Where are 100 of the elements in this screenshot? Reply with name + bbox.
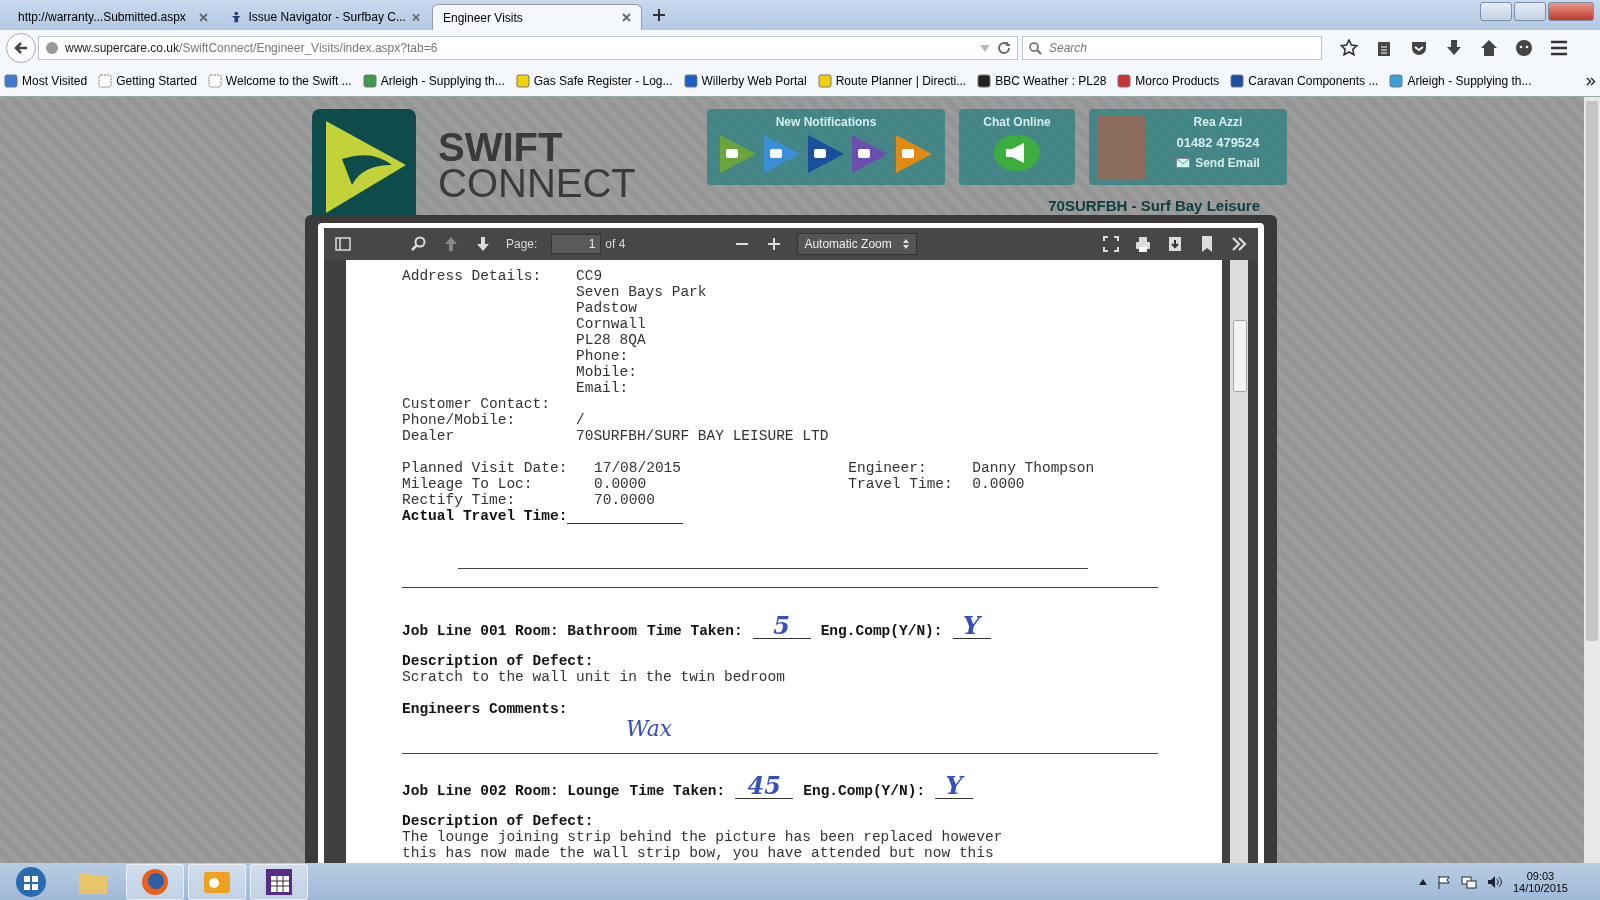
zoom-select[interactable]: Automatic Zoom	[797, 233, 918, 255]
browser-tab[interactable]: Issue Navigator - Surfbay C...	[220, 4, 430, 30]
taskbar-app[interactable]	[126, 864, 184, 900]
menu-icon[interactable]	[1550, 39, 1568, 57]
field-value: 0.0000	[594, 476, 647, 492]
dealer-heading: 70SURFBH - Surf Bay Leisure	[1048, 197, 1260, 214]
field-label: Dealer	[402, 428, 456, 444]
panel-title: Chat Online	[983, 115, 1051, 129]
bookmark-link[interactable]: Getting Started	[98, 74, 197, 88]
down-arrow-icon[interactable]	[474, 235, 492, 253]
photo-placeholder	[1097, 115, 1145, 179]
address-bar[interactable]: www.supercare.co.uk/SwiftConnect/Engineer_Visits/index.aspx?tab=6	[38, 36, 1018, 60]
back-arrow-icon	[13, 40, 29, 56]
pocket-icon[interactable]	[1410, 39, 1428, 57]
field-label: Rectify Time:	[402, 492, 517, 508]
handwritten-comment: Wax	[626, 721, 674, 737]
browser-icon	[141, 868, 169, 896]
bookmark-link[interactable]: Most Visited	[4, 74, 88, 88]
search-icon[interactable]	[410, 235, 428, 253]
bookmark-link[interactable]: Gas Safe Register - Log...	[515, 74, 673, 88]
sidebar-toggle-icon[interactable]	[334, 235, 352, 253]
field-label: Phone/Mobile:	[402, 412, 517, 428]
browser-tab[interactable]: Engineer Visits	[432, 4, 642, 30]
bookmark-link[interactable]: Arleigh - Supplying th...	[1389, 74, 1532, 88]
search-field[interactable]: Search	[1022, 36, 1322, 60]
back-button[interactable]	[6, 33, 36, 63]
handwritten-value: Y	[935, 774, 974, 799]
flag-icon	[1436, 875, 1451, 889]
field-label: Address Details:	[402, 268, 543, 286]
bookmark-icon	[1117, 74, 1132, 88]
download-icon[interactable]	[1166, 235, 1184, 253]
address-line: Phone:	[576, 348, 630, 364]
field-label: Time Taken:	[629, 783, 726, 799]
handwritten-value: 5	[752, 614, 811, 639]
field-value: Danny Thompson	[972, 460, 1095, 476]
page-count: of 4	[605, 237, 626, 251]
bookmark-link[interactable]: Willerby Web Portal	[683, 74, 807, 88]
calendar-grid-icon	[265, 868, 293, 896]
close-icon[interactable]	[622, 13, 631, 22]
more-bookmarks-icon[interactable]	[1586, 76, 1596, 86]
up-arrow-icon[interactable]	[442, 235, 460, 253]
updown-icon	[902, 238, 911, 250]
fullscreen-icon[interactable]	[1102, 235, 1120, 253]
bookmark-icon	[977, 74, 992, 88]
tray-arrow-icon	[1418, 879, 1427, 885]
field-label: Engineers Comments:	[402, 701, 569, 717]
clock-time: 09:03	[1526, 870, 1555, 882]
chat-icon[interactable]	[1515, 39, 1533, 57]
print-icon[interactable]	[1134, 235, 1152, 253]
bookmark-link[interactable]: Route Planner | Directi...	[817, 74, 967, 88]
page-scrollbar[interactable]	[1584, 97, 1600, 863]
download-icon[interactable]	[1445, 39, 1463, 57]
address-line: Seven Bays Park	[576, 284, 707, 300]
defect-description: Scratch to the wall unit in the twin bedroom	[402, 669, 786, 685]
home-icon[interactable]	[1480, 39, 1498, 57]
bookmark-link[interactable]: BBC Weather : PL28	[977, 74, 1107, 88]
handwritten-value: 45	[735, 774, 794, 799]
close-icon[interactable]	[411, 12, 420, 22]
address-line: Padstow	[576, 300, 638, 316]
field-value: /	[576, 412, 585, 428]
address-line: CC9	[576, 268, 604, 284]
address-line: PL28 8QA	[576, 332, 647, 348]
bookmark-link[interactable]: Arleigh - Supplying th...	[362, 74, 505, 88]
logo-text: CONNECT	[438, 165, 636, 201]
field-value: 17/08/2015	[594, 460, 681, 476]
field-label: Planned Visit Date:	[402, 460, 569, 476]
panel-title: New Notifications	[775, 115, 877, 129]
star-icon[interactable]	[1340, 39, 1358, 57]
page-number-field[interactable]: 1	[551, 234, 602, 254]
defect-description: The lounge joining strip behind the picture has been replaced however	[402, 829, 1004, 845]
clock-date: 14/10/2015	[1512, 882, 1568, 894]
double-chevron-icon[interactable]	[1230, 235, 1248, 253]
reload-icon	[997, 41, 1011, 55]
scrollbar[interactable]	[1230, 260, 1248, 863]
field-label: Description of Defect:	[402, 653, 595, 669]
browser-tab[interactable]: http://warranty...Submitted.aspx	[8, 4, 218, 30]
address-line: Email:	[576, 380, 630, 396]
bookmark-icon	[4, 74, 18, 88]
bookmark-icon	[98, 74, 113, 88]
close-icon[interactable]	[199, 12, 208, 22]
field-value: 70.0000	[594, 492, 655, 508]
field-value: 0.0000	[972, 476, 1025, 492]
address-line: Mobile:	[576, 364, 638, 380]
taskbar-app[interactable]	[250, 864, 308, 900]
figure-icon	[230, 10, 243, 24]
minimize-button[interactable]	[1480, 2, 1512, 21]
restore-button[interactable]	[1514, 2, 1546, 21]
bookmark-icon	[817, 74, 832, 88]
clipboard-icon[interactable]	[1375, 39, 1393, 57]
defect-description: this has now made the wall strip bow, you have attended but now this	[402, 845, 995, 861]
bookmark-link[interactable]: Caravan Components ...	[1230, 74, 1379, 88]
bookmark-icon	[207, 74, 222, 88]
field-label: Travel Time:	[848, 476, 954, 492]
bookmark-link[interactable]: Morco Products	[1117, 74, 1220, 88]
bookmark-link[interactable]: Welcome to the Swift ...	[207, 74, 352, 88]
bookmark-icon	[515, 74, 530, 88]
bookmark-icon	[362, 74, 377, 88]
field-label: Customer Contact:	[402, 396, 551, 412]
address-line: Cornwall	[576, 316, 647, 332]
bookmark-icon	[1389, 74, 1404, 88]
